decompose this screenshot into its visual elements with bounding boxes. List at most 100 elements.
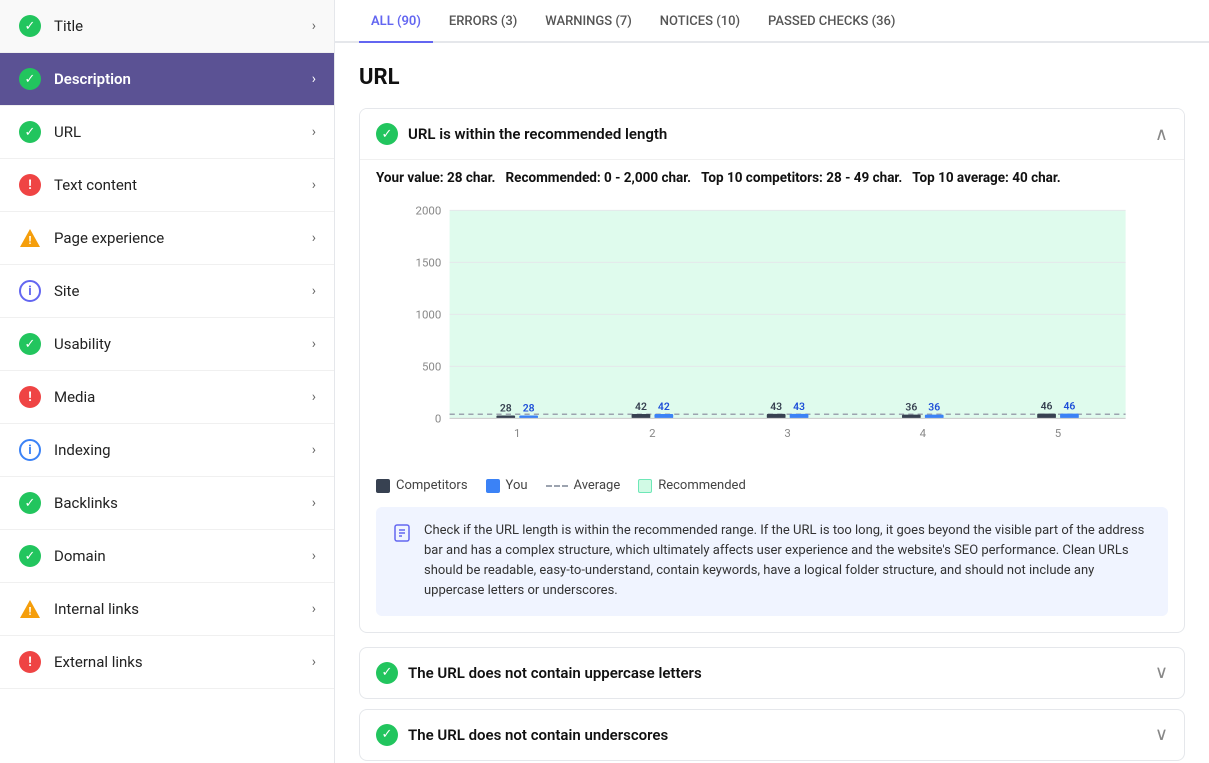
chart-legend: Competitors You Average Recommended [376, 478, 1168, 493]
sidebar-item-usability[interactable]: ✓ Usability › [0, 318, 334, 371]
item-icon: ✓ [18, 67, 42, 91]
sidebar-item-text-content[interactable]: ! Text content › [0, 159, 334, 212]
item-label: Media [54, 388, 312, 406]
chart-svg: 2000150010005000282814242243433363644646… [376, 200, 1168, 460]
svg-text:43: 43 [793, 400, 805, 413]
check-simple-header-underscores[interactable]: ✓ The URL does not contain underscores ∨ [360, 710, 1184, 760]
chevron-icon: › [312, 177, 316, 193]
collapse-icon[interactable]: ∧ [1155, 124, 1168, 145]
expand-icon-uppercase[interactable]: ∨ [1155, 662, 1168, 683]
svg-text:28: 28 [500, 401, 512, 414]
item-icon: ✓ [18, 544, 42, 568]
svg-text:28: 28 [523, 401, 535, 414]
svg-text:36: 36 [905, 400, 917, 413]
pass-icon-underscores: ✓ [376, 724, 398, 746]
item-icon: ✓ [18, 14, 42, 38]
item-icon: i [18, 438, 42, 462]
check-pass-icon: ✓ [376, 123, 398, 145]
sidebar-item-domain[interactable]: ✓ Domain › [0, 530, 334, 583]
sidebar-item-indexing[interactable]: i Indexing › [0, 424, 334, 477]
item-label: Indexing [54, 441, 312, 459]
chevron-icon: › [312, 601, 316, 617]
svg-text:43: 43 [770, 400, 782, 413]
average-label: Top 10 average: [912, 170, 1009, 186]
svg-text:46: 46 [1041, 399, 1053, 412]
check-simple-label-uppercase: The URL does not contain uppercase lette… [408, 664, 1155, 682]
info-box-text: Check if the URL length is within the re… [424, 521, 1152, 602]
item-icon: i [18, 279, 42, 303]
sidebar-item-media[interactable]: ! Media › [0, 371, 334, 424]
your-value-label: Your value: [376, 170, 444, 186]
svg-text:46: 46 [1064, 399, 1076, 412]
item-icon: ✓ [18, 332, 42, 356]
chevron-icon: › [312, 389, 316, 405]
item-icon: ! [18, 173, 42, 197]
svg-text:1: 1 [514, 426, 520, 440]
check-stats: Your value: 28 char. Recommended: 0 - 2,… [376, 160, 1168, 200]
error-icon: ! [19, 174, 41, 196]
legend-competitors-box [376, 479, 390, 493]
svg-text:3: 3 [784, 426, 790, 440]
competitors-label: Top 10 competitors: [701, 170, 823, 186]
sidebar-item-page-experience[interactable]: ! Page experience › [0, 212, 334, 265]
legend-you-label: You [506, 478, 528, 493]
item-icon: ! [18, 650, 42, 674]
info-box-icon [392, 523, 412, 602]
error-icon: ! [19, 651, 41, 673]
expand-icon-underscores[interactable]: ∨ [1155, 724, 1168, 745]
tab-warnings[interactable]: WARNINGS (7) [533, 0, 644, 43]
item-label: Title [54, 17, 312, 35]
sidebar-item-title[interactable]: ✓ Title › [0, 0, 334, 53]
chevron-icon: › [312, 442, 316, 458]
main-content: ALL (90)ERRORS (3)WARNINGS (7)NOTICES (1… [335, 0, 1209, 763]
item-label: Backlinks [54, 494, 312, 512]
legend-average: Average [546, 478, 621, 493]
pass-icon: ✓ [376, 123, 398, 145]
check-header-url-length[interactable]: ✓ URL is within the recommended length ∧ [360, 109, 1184, 159]
check-icon: ✓ [19, 121, 41, 143]
tab-errors[interactable]: ERRORS (3) [437, 0, 529, 43]
tab-notices[interactable]: NOTICES (10) [648, 0, 752, 43]
legend-recommended-label: Recommended [658, 478, 746, 493]
chevron-icon: › [312, 548, 316, 564]
legend-recommended-box [638, 479, 652, 493]
page-title: URL [359, 65, 1185, 90]
legend-you-box [486, 479, 500, 493]
chevron-icon: › [312, 71, 316, 87]
check-icon: ✓ [19, 545, 41, 567]
item-label: External links [54, 653, 312, 671]
error-icon: ! [19, 386, 41, 408]
sidebar-item-backlinks[interactable]: ✓ Backlinks › [0, 477, 334, 530]
content-area: URL ✓ URL is within the recommended leng… [335, 43, 1209, 763]
sidebar-item-external-links[interactable]: ! External links › [0, 636, 334, 689]
item-label: URL [54, 123, 312, 141]
item-label: Usability [54, 335, 312, 353]
svg-text:2: 2 [649, 426, 655, 440]
tabs-bar: ALL (90)ERRORS (3)WARNINGS (7)NOTICES (1… [335, 0, 1209, 43]
check-icon: ✓ [19, 492, 41, 514]
svg-text:36: 36 [928, 400, 940, 413]
check-simple-underscores: ✓ The URL does not contain underscores ∨ [359, 709, 1185, 761]
check-icon: ✓ [19, 15, 41, 37]
sidebar-item-url[interactable]: ✓ URL › [0, 106, 334, 159]
svg-text:0: 0 [435, 412, 441, 426]
info-blue-icon: i [19, 439, 41, 461]
chevron-icon: › [312, 18, 316, 34]
check-icon: ✓ [19, 333, 41, 355]
legend-you: You [486, 478, 528, 493]
svg-text:1500: 1500 [416, 256, 442, 270]
sidebar-item-description[interactable]: ✓ Description › [0, 53, 334, 106]
sidebar-item-internal-links[interactable]: ! Internal links › [0, 583, 334, 636]
sidebar: ✓ Title › ✓ Description › ✓ URL › ! Text… [0, 0, 335, 763]
item-label: Description [54, 70, 312, 88]
info-box: Check if the URL length is within the re… [376, 507, 1168, 616]
sidebar-item-site[interactable]: i Site › [0, 265, 334, 318]
tab-all[interactable]: ALL (90) [359, 0, 433, 43]
svg-text:1000: 1000 [416, 308, 442, 322]
check-simple-header-uppercase[interactable]: ✓ The URL does not contain uppercase let… [360, 648, 1184, 698]
check-body-url-length: Your value: 28 char. Recommended: 0 - 2,… [360, 159, 1184, 632]
svg-text:4: 4 [920, 426, 927, 440]
check-simple-uppercase: ✓ The URL does not contain uppercase let… [359, 647, 1185, 699]
pass-icon-uppercase: ✓ [376, 662, 398, 684]
tab-passed[interactable]: PASSED CHECKS (36) [756, 0, 907, 43]
